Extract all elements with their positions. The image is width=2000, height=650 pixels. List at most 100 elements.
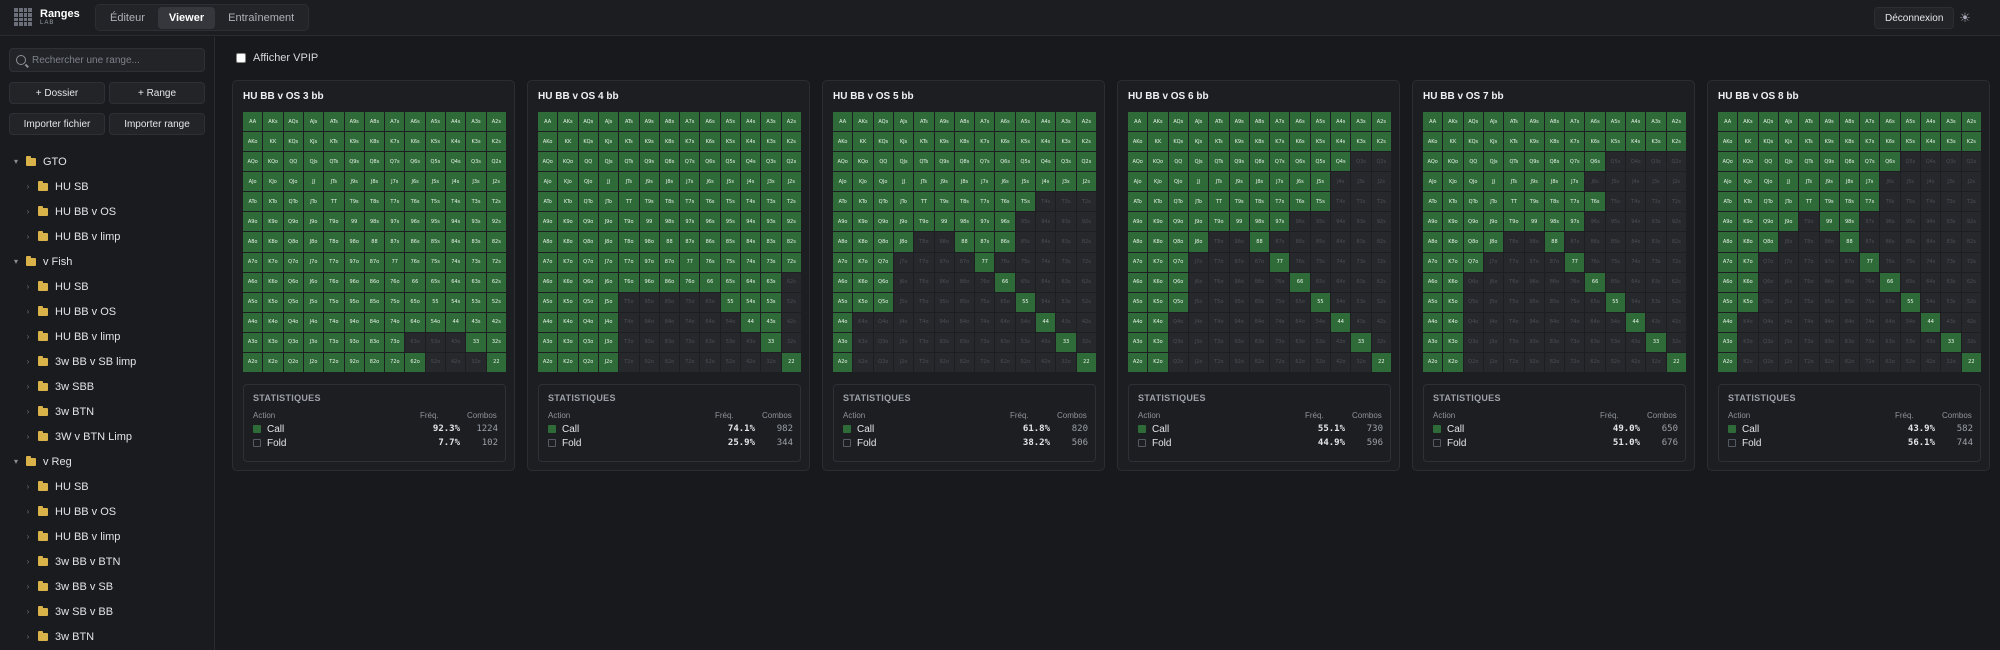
hand-cell[interactable]: J4o bbox=[303, 312, 324, 332]
hand-cell[interactable]: 63s bbox=[761, 272, 781, 292]
hand-cell[interactable]: QTs bbox=[1209, 152, 1229, 172]
hand-cell[interactable]: 55 bbox=[1900, 292, 1921, 312]
hand-cell[interactable]: Q2s bbox=[1961, 152, 1981, 172]
hand-cell[interactable]: J9s bbox=[1819, 172, 1839, 192]
hand-cell[interactable]: 64o bbox=[700, 312, 720, 332]
hand-cell[interactable]: 32o bbox=[466, 352, 486, 372]
hand-cell[interactable]: J6s bbox=[995, 172, 1015, 192]
hand-cell[interactable]: J3s bbox=[1646, 172, 1666, 192]
hand-cell[interactable]: 53s bbox=[1056, 292, 1076, 312]
hand-cell[interactable]: 99 bbox=[934, 212, 954, 232]
hand-cell[interactable]: 42o bbox=[1626, 352, 1646, 372]
hand-cell[interactable]: 92o bbox=[1819, 352, 1839, 372]
hand-cell[interactable]: 65s bbox=[720, 272, 741, 292]
tree-item[interactable]: › 3w SBB bbox=[0, 374, 215, 399]
hand-cell[interactable]: KTo bbox=[1738, 192, 1758, 212]
hand-cell[interactable]: A3o bbox=[538, 332, 558, 352]
hand-cell[interactable]: 94s bbox=[741, 212, 761, 232]
hand-cell[interactable]: 87o bbox=[364, 252, 385, 272]
hand-cell[interactable]: T7o bbox=[324, 252, 344, 272]
hand-cell[interactable]: 32s bbox=[486, 332, 506, 352]
hand-cell[interactable]: A7o bbox=[1423, 252, 1443, 272]
hand-cell[interactable]: Q4s bbox=[1921, 152, 1941, 172]
hand-cell[interactable]: J6o bbox=[893, 272, 914, 292]
hand-cell[interactable]: T9o bbox=[619, 212, 639, 232]
hand-cell[interactable]: 72s bbox=[1666, 252, 1686, 272]
hand-cell[interactable]: J2o bbox=[893, 352, 914, 372]
hand-cell[interactable]: QJs bbox=[1483, 152, 1504, 172]
hand-cell[interactable]: T2o bbox=[914, 352, 934, 372]
hand-cell[interactable]: 84s bbox=[1036, 232, 1056, 252]
hand-cell[interactable]: Q7o bbox=[578, 252, 598, 272]
hand-cell[interactable]: 22 bbox=[1371, 352, 1391, 372]
hand-cell[interactable]: J7o bbox=[1188, 252, 1209, 272]
chevron-down-icon[interactable]: ▾ bbox=[12, 257, 20, 266]
hand-cell[interactable]: Q3o bbox=[1168, 332, 1188, 352]
hand-cell[interactable]: 52o bbox=[1900, 352, 1921, 372]
hand-cell[interactable]: KJs bbox=[1778, 132, 1799, 152]
hand-cell[interactable]: Q3s bbox=[1646, 152, 1666, 172]
hand-cell[interactable]: 98s bbox=[1249, 212, 1270, 232]
hand-cell[interactable]: J6o bbox=[1188, 272, 1209, 292]
hand-cell[interactable]: 97s bbox=[975, 212, 995, 232]
hand-cell[interactable]: 42s bbox=[1961, 312, 1981, 332]
hand-cell[interactable]: 42s bbox=[1666, 312, 1686, 332]
hand-cell[interactable]: 63o bbox=[1880, 332, 1900, 352]
hand-cell[interactable]: Q3s bbox=[1941, 152, 1961, 172]
hand-cell[interactable]: 72o bbox=[975, 352, 995, 372]
hand-cell[interactable]: A8s bbox=[954, 112, 975, 132]
hand-cell[interactable]: A6s bbox=[700, 112, 720, 132]
hand-cell[interactable]: KTs bbox=[619, 132, 639, 152]
hand-cell[interactable]: K3o bbox=[1738, 332, 1758, 352]
hand-cell[interactable]: 87s bbox=[385, 232, 405, 252]
hand-cell[interactable]: J2s bbox=[486, 172, 506, 192]
hand-cell[interactable]: Q5s bbox=[425, 152, 446, 172]
hand-cell[interactable]: AQs bbox=[578, 112, 598, 132]
hand-cell[interactable]: 85s bbox=[1900, 232, 1921, 252]
hand-cell[interactable]: JJ bbox=[1483, 172, 1504, 192]
hand-cell[interactable]: Q8o bbox=[578, 232, 598, 252]
hand-cell[interactable]: K5o bbox=[1148, 292, 1168, 312]
chevron-right-icon[interactable]: › bbox=[24, 582, 32, 591]
hand-cell[interactable]: A9o bbox=[833, 212, 853, 232]
hand-cell[interactable]: K6o bbox=[558, 272, 578, 292]
hand-cell[interactable]: 82s bbox=[1666, 232, 1686, 252]
hand-cell[interactable]: ATs bbox=[914, 112, 934, 132]
hand-cell[interactable]: 54s bbox=[1921, 292, 1941, 312]
hand-cell[interactable]: J7s bbox=[1565, 172, 1585, 192]
hand-cell[interactable]: T2o bbox=[324, 352, 344, 372]
hand-cell[interactable]: Q6o bbox=[873, 272, 893, 292]
sun-icon[interactable]: ☀ bbox=[1954, 8, 1976, 28]
hand-cell[interactable]: KQs bbox=[1168, 132, 1188, 152]
hand-cell[interactable]: 74s bbox=[741, 252, 761, 272]
hand-cell[interactable]: K3s bbox=[1056, 132, 1076, 152]
hand-cell[interactable]: 53o bbox=[1605, 332, 1626, 352]
hand-cell[interactable]: T7s bbox=[1565, 192, 1585, 212]
chevron-right-icon[interactable]: › bbox=[24, 282, 32, 291]
hand-cell[interactable]: A9o bbox=[538, 212, 558, 232]
hand-cell[interactable]: Q9s bbox=[1229, 152, 1249, 172]
hand-cell[interactable]: K4o bbox=[558, 312, 578, 332]
hand-cell[interactable]: AQs bbox=[1463, 112, 1483, 132]
hand-cell[interactable]: T4o bbox=[1504, 312, 1524, 332]
hand-cell[interactable]: A3s bbox=[1646, 112, 1666, 132]
hand-cell[interactable]: T8s bbox=[954, 192, 975, 212]
hand-cell[interactable]: KJs bbox=[598, 132, 619, 152]
hand-cell[interactable]: T3o bbox=[914, 332, 934, 352]
hand-cell[interactable]: K9o bbox=[1148, 212, 1168, 232]
hand-cell[interactable]: 32s bbox=[1961, 332, 1981, 352]
hand-cell[interactable]: Q3s bbox=[1351, 152, 1371, 172]
hand-cell[interactable]: KQs bbox=[1758, 132, 1778, 152]
hand-cell[interactable]: Q7s bbox=[680, 152, 700, 172]
hand-cell[interactable]: Q4o bbox=[1168, 312, 1188, 332]
tree-item[interactable]: › HU BB v OS bbox=[0, 199, 215, 224]
hand-cell[interactable]: A2s bbox=[486, 112, 506, 132]
hand-cell[interactable]: 53o bbox=[1015, 332, 1036, 352]
hand-cell[interactable]: Q4o bbox=[873, 312, 893, 332]
hand-cell[interactable]: KJo bbox=[1738, 172, 1758, 192]
hand-cell[interactable]: A2o bbox=[1423, 352, 1443, 372]
hand-cell[interactable]: K5s bbox=[1900, 132, 1921, 152]
hand-cell[interactable]: 85s bbox=[720, 232, 741, 252]
hand-cell[interactable]: K7o bbox=[1738, 252, 1758, 272]
hand-cell[interactable]: J3s bbox=[1351, 172, 1371, 192]
